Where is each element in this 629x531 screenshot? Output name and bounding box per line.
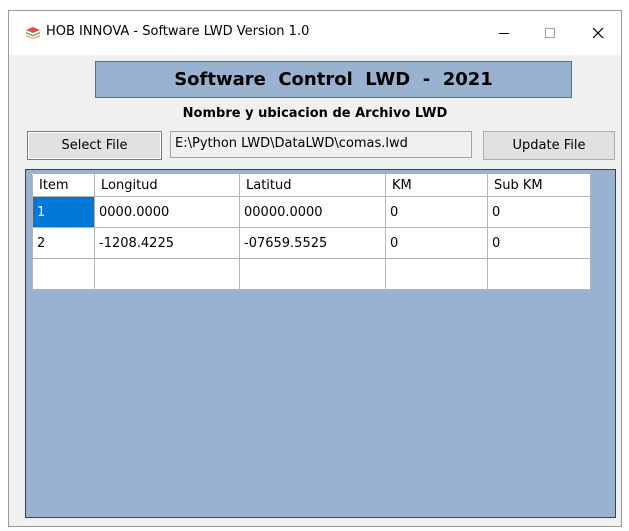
grid-cell[interactable]: 0 — [487, 196, 591, 228]
title-bar[interactable]: HOB INNOVA - Software LWD Version 1.0 — [9, 11, 621, 55]
grid-header-row: Item Longitud Latitud KM Sub KM — [32, 174, 591, 197]
grid-cell[interactable] — [32, 258, 95, 290]
app-window: HOB INNOVA - Software LWD Version 1.0 So… — [8, 10, 622, 527]
grid-cell[interactable]: 0000.0000 — [94, 196, 240, 228]
grid-cell[interactable]: 0 — [385, 227, 488, 259]
column-header-sub-km[interactable]: Sub KM — [487, 174, 591, 197]
column-header-km[interactable]: KM — [385, 174, 488, 197]
close-button[interactable] — [575, 11, 621, 55]
minimize-icon — [499, 33, 509, 34]
stacked-layers-icon — [26, 27, 40, 39]
grid-cell[interactable]: 0 — [385, 196, 488, 228]
maximize-icon — [545, 28, 555, 38]
file-section-label: Nombre y ubicacion de Archivo LWD — [182, 106, 448, 121]
grid-cell[interactable] — [487, 258, 591, 290]
grid-cell[interactable]: 2 — [32, 227, 95, 259]
column-header-item[interactable]: Item — [32, 174, 95, 197]
maximize-button[interactable] — [527, 11, 573, 55]
column-header-longitud[interactable]: Longitud — [94, 174, 240, 197]
header-banner: Software Control LWD - 2021 — [95, 61, 572, 98]
file-path-field[interactable]: E:\Python LWD\DataLWD\comas.lwd — [170, 131, 472, 158]
select-file-button[interactable]: Select File — [27, 131, 162, 160]
data-grid-area: Item Longitud Latitud KM Sub KM 1 0000.0… — [25, 169, 616, 518]
update-file-button[interactable]: Update File — [483, 131, 615, 160]
window-title: HOB INNOVA - Software LWD Version 1.0 — [46, 24, 310, 39]
grid-cell[interactable]: -1208.4225 — [94, 227, 240, 259]
grid-cell[interactable] — [385, 258, 488, 290]
table-row[interactable]: 2 -1208.4225 -07659.5525 0 0 — [32, 227, 591, 259]
minimize-button[interactable] — [481, 11, 527, 55]
close-icon — [592, 27, 604, 39]
grid-cell[interactable]: 00000.0000 — [239, 196, 386, 228]
grid-cell[interactable]: 1 — [32, 196, 95, 228]
grid-cell[interactable]: 0 — [487, 227, 591, 259]
table-row[interactable]: 1 0000.0000 00000.0000 0 0 — [32, 196, 591, 228]
grid-cell[interactable] — [239, 258, 386, 290]
column-header-latitud[interactable]: Latitud — [239, 174, 386, 197]
grid-cell[interactable]: -07659.5525 — [239, 227, 386, 259]
table-row-new[interactable] — [32, 258, 591, 290]
grid-cell[interactable] — [94, 258, 240, 290]
data-grid[interactable]: Item Longitud Latitud KM Sub KM 1 0000.0… — [32, 174, 591, 290]
